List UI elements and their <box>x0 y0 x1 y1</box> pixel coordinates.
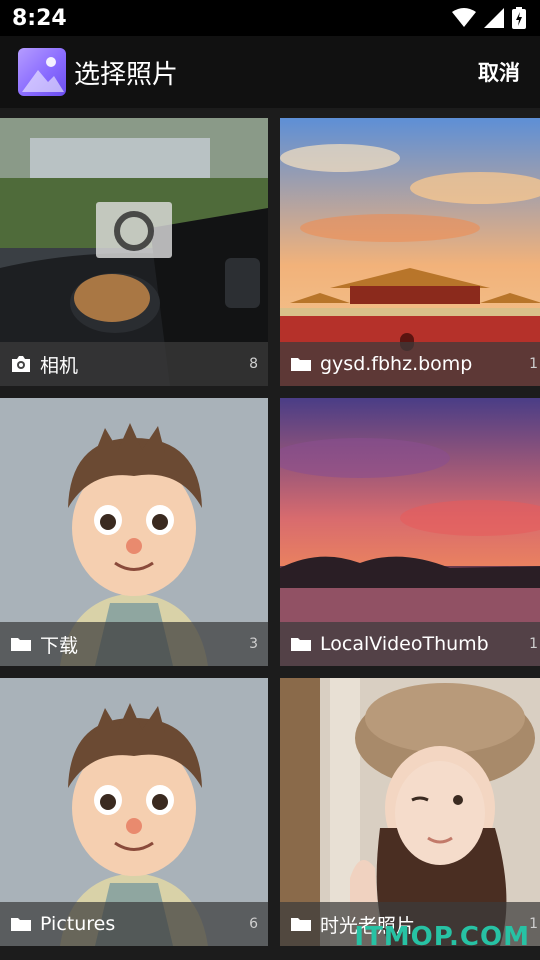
app-bar-left: 选择照片 <box>18 48 178 96</box>
album-camera[interactable]: 相机 8 <box>0 118 268 386</box>
status-icons <box>452 7 526 29</box>
album-grid: 相机 8 gysd.fbhz.bomp 1 下载 3 LocalVideoThu… <box>0 118 540 960</box>
album-label: gysd.fbhz.bomp 1 <box>280 342 540 386</box>
cancel-button[interactable]: 取消 <box>478 57 520 87</box>
battery-icon <box>512 7 526 29</box>
album-label: Pictures 6 <box>0 902 268 946</box>
folder-icon <box>291 918 311 931</box>
album-count: 1 <box>529 356 538 372</box>
album-name: 相机 <box>40 354 79 377</box>
album-label: 下载 3 <box>0 622 268 666</box>
signal-icon <box>484 8 504 28</box>
album-count: 3 <box>249 636 258 652</box>
album-pictures[interactable]: Pictures 6 <box>0 678 268 946</box>
album-label: LocalVideoThumb 1 <box>280 622 540 666</box>
folder-icon <box>291 358 311 371</box>
album-name: 下载 <box>40 634 79 657</box>
album-label: 相机 8 <box>0 342 268 386</box>
album-count: 1 <box>529 916 538 932</box>
page-title: 选择照片 <box>74 59 179 90</box>
gallery-logo-icon <box>18 48 66 96</box>
wifi-icon <box>452 8 476 27</box>
camera-icon <box>12 356 30 372</box>
album-count: 8 <box>249 356 258 372</box>
album-count: 6 <box>249 916 258 932</box>
album-name: Pictures <box>40 913 116 935</box>
album-old-photos[interactable]: 时光老照片 1 <box>280 678 540 946</box>
folder-icon <box>11 918 31 931</box>
status-bar: 8:24 <box>0 0 540 36</box>
watermark-logo: ITMOP.COM <box>354 922 530 952</box>
album-downloads[interactable]: 下载 3 <box>0 398 268 666</box>
album-name: gysd.fbhz.bomp <box>320 353 473 375</box>
app-bar: 选择照片 取消 <box>0 36 540 108</box>
folder-icon <box>291 638 311 651</box>
status-time: 8:24 <box>12 5 67 31</box>
folder-icon <box>11 638 31 651</box>
album-gysd-fbhz-bomp[interactable]: gysd.fbhz.bomp 1 <box>280 118 540 386</box>
album-name: LocalVideoThumb <box>320 633 489 655</box>
album-local-video-thumb[interactable]: LocalVideoThumb 1 <box>280 398 540 666</box>
album-count: 1 <box>529 636 538 652</box>
